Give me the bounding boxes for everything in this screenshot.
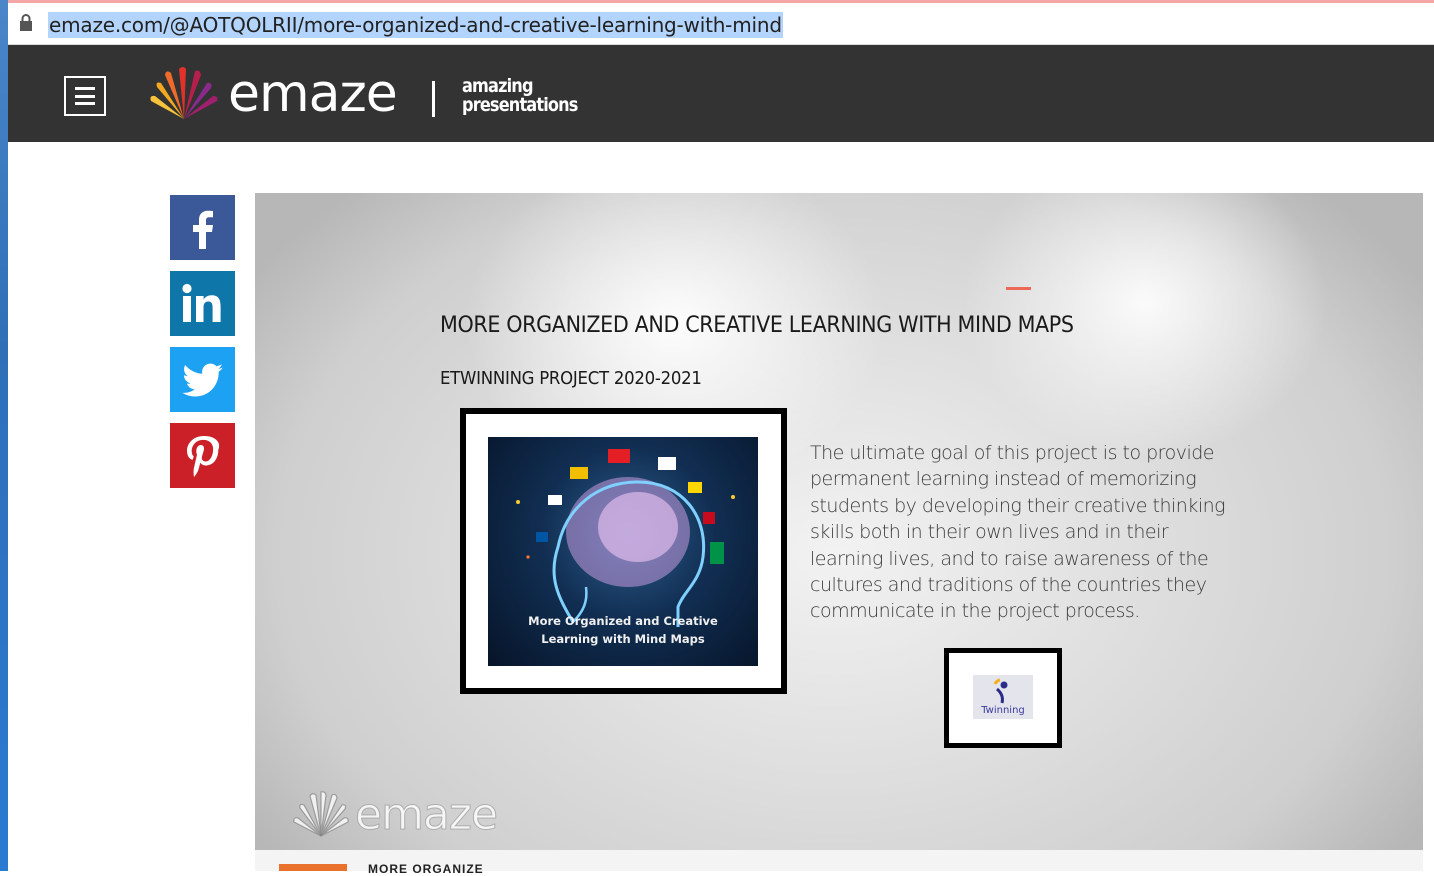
- pinterest-icon: [186, 435, 219, 477]
- tagline-line2: presentations: [462, 94, 578, 116]
- facebook-share-button[interactable]: [170, 195, 235, 260]
- logo-divider: [432, 81, 435, 117]
- project-poster-frame: More Organized and Creative Learning wit…: [460, 408, 787, 694]
- next-slide-title: MORE ORGANIZE: [368, 862, 484, 876]
- etwinning-badge-frame: Twinning: [944, 648, 1062, 748]
- slide-subtitle: ETWINNING PROJECT 2020-2021: [440, 368, 702, 389]
- address-bar[interactable]: emaze.com/@AOTQOLRII/more-organized-and-…: [8, 3, 1434, 45]
- project-poster-image: More Organized and Creative Learning wit…: [488, 437, 758, 666]
- linkedin-icon: [181, 283, 221, 322]
- twitter-icon: [181, 363, 223, 396]
- poster-caption-line2: Learning with Mind Maps: [541, 632, 705, 646]
- pinterest-share-button[interactable]: [170, 423, 235, 488]
- next-slide-strip[interactable]: MORE ORGANIZE: [255, 850, 1423, 876]
- slide-body-text: The ultimate goal of this project is to …: [810, 442, 1226, 623]
- twitter-share-button[interactable]: [170, 347, 235, 412]
- facebook-icon: [192, 210, 213, 249]
- etwinning-label: Twinning: [981, 705, 1025, 716]
- lock-icon: [20, 14, 32, 31]
- emaze-logo-icon[interactable]: [149, 65, 219, 121]
- emaze-watermark-icon: [293, 791, 349, 837]
- linkedin-share-button[interactable]: [170, 271, 235, 336]
- url-text[interactable]: emaze.com/@AOTQOLRII/more-organized-and-…: [48, 12, 783, 38]
- etwinning-logo: Twinning: [973, 675, 1033, 719]
- emaze-watermark-text: emaze: [354, 789, 498, 841]
- presentation-slide[interactable]: MORE ORGANIZED AND CREATIVE LEARNING WIT…: [255, 193, 1423, 850]
- slide-title: MORE ORGANIZED AND CREATIVE LEARNING WIT…: [440, 313, 1074, 338]
- tagline: amazing presentations: [462, 77, 578, 115]
- poster-caption-line1: More Organized and Creative: [528, 614, 718, 628]
- poster-caption: More Organized and Creative Learning wit…: [488, 612, 758, 648]
- site-header: emaze amazing presentations: [8, 45, 1434, 142]
- title-accent-line: [1006, 287, 1031, 290]
- hamburger-menu-icon[interactable]: [64, 76, 106, 116]
- next-slide-thumbnail[interactable]: [279, 864, 347, 871]
- emaze-logo-text[interactable]: emaze: [228, 64, 398, 124]
- window-left-edge: [0, 0, 8, 871]
